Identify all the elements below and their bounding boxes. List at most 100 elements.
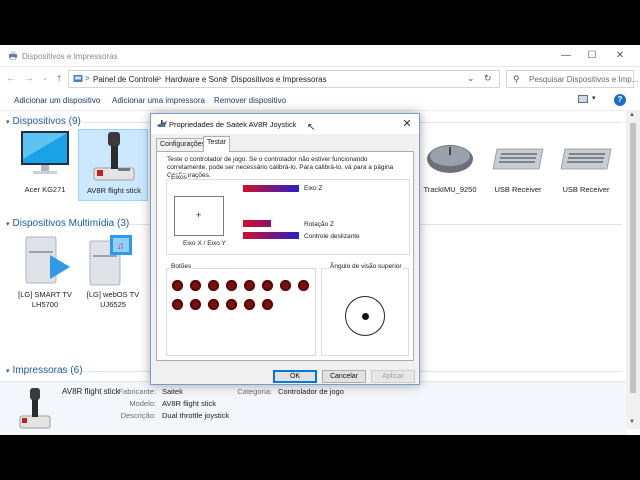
slider-bar xyxy=(243,232,299,239)
keyboard-icon xyxy=(492,148,544,170)
axis-z-bar xyxy=(243,185,299,192)
details-description: Dual throttle joystick xyxy=(162,411,230,420)
button-indicator xyxy=(226,299,237,310)
recent-dropdown-icon[interactable]: ⌄ xyxy=(38,72,52,86)
media-server-icon xyxy=(25,236,70,284)
button-indicator xyxy=(262,280,273,291)
device-lg-tv-2[interactable]: ♫ [LG] webOS TV UJ6525 xyxy=(78,233,148,313)
axes-group-label: Eixos xyxy=(170,174,188,181)
forward-arrow-icon[interactable]: → xyxy=(22,72,36,86)
crosshair-icon: + xyxy=(196,210,202,220)
add-device-button[interactable]: Adicionar um dispositivo xyxy=(14,96,100,105)
dialog-titlebar: Propriedades de Saitek AV8R Joystick ✕ xyxy=(151,114,419,134)
joystick-properties-dialog: Propriedades de Saitek AV8R Joystick ✕ ↖… xyxy=(150,113,420,385)
button-indicator xyxy=(190,280,201,291)
pov-group-label: Ângulo de visão superior xyxy=(329,263,403,270)
button-indicator xyxy=(244,280,255,291)
tab-test[interactable]: Testar xyxy=(203,136,231,152)
monitor-icon xyxy=(21,131,69,174)
details-pane: AV8R flight stick Fabricante: Saitek Mod… xyxy=(0,381,626,435)
window-titlebar: Dispositivos e Impressoras — ☐ ✕ xyxy=(0,45,640,67)
mouse-icon xyxy=(427,145,473,173)
device-lg-tv-1[interactable]: [LG] SMART TV LH5700 xyxy=(10,233,80,313)
chevron-down-icon: ▾ xyxy=(6,368,10,375)
slider-label: Controle deslizante xyxy=(304,233,360,240)
search-input[interactable]: ⚲ Pesquisar Dispositivos e Imp... xyxy=(506,70,638,88)
buttons-group-label: Botões xyxy=(170,263,193,270)
device-joystick[interactable]: AV8R flight stick xyxy=(78,129,148,201)
remove-device-button[interactable]: Remover dispositivo xyxy=(214,96,286,105)
button-indicator xyxy=(172,280,183,291)
scroll-down-icon[interactable]: ▼ xyxy=(629,419,635,425)
details-model: AV8R flight stick xyxy=(162,399,217,408)
chevron-down-icon[interactable]: ⌄ xyxy=(467,73,475,84)
control-panel-icon xyxy=(73,75,83,82)
device-label: USB Receiver xyxy=(562,185,610,194)
joystick-icon xyxy=(157,120,167,127)
tab-settings[interactable]: Configurações xyxy=(156,138,210,151)
group-printers[interactable]: ▾ Impressoras (6) xyxy=(6,365,83,376)
group-devices[interactable]: ▾ Dispositivos (9) xyxy=(6,116,81,127)
button-indicator xyxy=(190,299,201,310)
dialog-title: Propriedades de Saitek AV8R Joystick xyxy=(169,120,297,129)
dialog-close-button[interactable]: ✕ xyxy=(399,116,415,132)
button-indicator xyxy=(280,280,291,291)
ok-button[interactable]: OK xyxy=(273,370,317,383)
device-label: AV8R flight stick xyxy=(86,186,142,195)
device-usb-receiver-2[interactable]: USB Receiver xyxy=(551,129,621,201)
details-category: Controlador de jogo xyxy=(278,387,344,396)
add-printer-button[interactable]: Adicionar uma impressora xyxy=(112,96,205,105)
pov-indicator xyxy=(345,296,385,336)
device-label: USB Receiver xyxy=(494,185,542,194)
button-indicator xyxy=(298,280,309,291)
pov-center-dot xyxy=(362,313,369,320)
device-label: [LG] SMART TV LH5700 xyxy=(18,290,72,309)
cancel-button[interactable]: Cancelar xyxy=(322,370,366,383)
rotation-z-label: Rotação Z xyxy=(304,221,334,228)
maximize-button[interactable]: ☐ xyxy=(580,49,604,63)
details-manufacturer: Saitek xyxy=(162,387,183,396)
test-instructions: Teste o controlador de jogo. Se o contro… xyxy=(167,156,394,179)
device-usb-receiver-1[interactable]: USB Receiver xyxy=(483,129,553,201)
breadcrumb-control-panel[interactable]: Painel de Controle xyxy=(93,75,159,84)
media-server-icon: ♫ xyxy=(89,235,132,286)
refresh-icon[interactable]: ↻ xyxy=(484,73,492,84)
button-indicator xyxy=(262,299,273,310)
address-row: ← → ⌄ ↑ > Painel de Controle > Hardware … xyxy=(0,67,640,91)
help-icon[interactable]: ? xyxy=(614,94,626,106)
joystick-icon xyxy=(19,388,51,429)
chevron-down-icon: ▾ xyxy=(6,221,10,228)
button-indicator xyxy=(208,280,219,291)
xy-axis-label: Eixo X / Eixo Y xyxy=(183,240,226,247)
apply-button[interactable]: Aplicar xyxy=(371,370,415,383)
view-options-icon[interactable] xyxy=(578,95,588,103)
device-label: TrackIMU_9250 xyxy=(423,185,477,194)
button-indicator xyxy=(208,299,219,310)
button-indicator xyxy=(172,299,183,310)
minimize-button[interactable]: — xyxy=(554,49,578,63)
back-arrow-icon[interactable]: ← xyxy=(4,72,18,86)
up-arrow-icon[interactable]: ↑ xyxy=(52,72,66,86)
rotation-z-bar xyxy=(243,220,271,227)
device-label: Acer KG271 xyxy=(24,185,66,194)
xy-axis-box: + xyxy=(174,196,224,236)
axis-z-label: Eixo Z xyxy=(304,185,323,192)
device-monitor[interactable]: Acer KG271 xyxy=(10,129,80,201)
keyboard-icon xyxy=(560,148,612,170)
window-title: Dispositivos e Impressoras xyxy=(22,52,118,61)
close-window-button[interactable]: ✕ xyxy=(608,49,632,63)
buttons-group xyxy=(166,268,316,356)
address-bar[interactable]: > Painel de Controle > Hardware e Sons >… xyxy=(68,70,500,88)
scroll-up-icon[interactable]: ▲ xyxy=(629,112,635,118)
breadcrumb-hardware[interactable]: Hardware e Sons xyxy=(165,75,227,84)
button-indicator xyxy=(226,280,237,291)
svg-text:♫: ♫ xyxy=(117,241,125,252)
device-mouse[interactable]: TrackIMU_9250 xyxy=(415,129,485,201)
vertical-scrollbar[interactable]: ▲ ▼ xyxy=(626,111,640,429)
group-multimedia[interactable]: ▾ Dispositivos Multimídia (3) xyxy=(6,218,129,229)
search-icon: ⚲ xyxy=(513,74,520,84)
view-dropdown-icon[interactable]: ▾ xyxy=(592,94,596,102)
breadcrumb-devices[interactable]: Dispositivos e Impressoras xyxy=(231,75,327,84)
scroll-thumb[interactable] xyxy=(630,123,636,393)
printer-icon xyxy=(9,51,17,60)
